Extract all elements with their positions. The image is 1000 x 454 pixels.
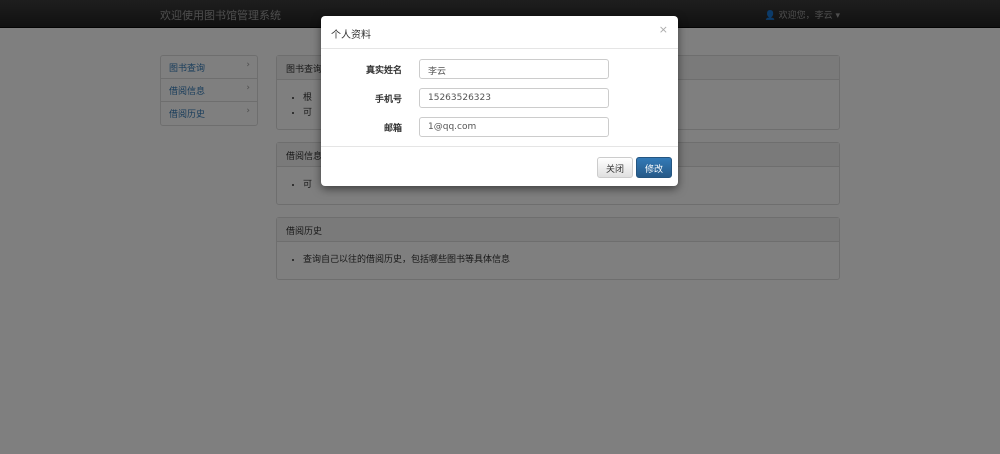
real-name-input[interactable]: 李云	[419, 59, 609, 79]
phone-label: 手机号	[374, 95, 402, 105]
phone-input[interactable]: 15263526323	[419, 88, 609, 108]
close-button[interactable]: 关闭	[597, 157, 634, 178]
save-button[interactable]: 修改	[636, 157, 673, 178]
email-row: 邮箱 1@qq.com	[321, 117, 678, 137]
phone-row: 手机号 15263526323	[321, 88, 678, 108]
real-name-row: 真实姓名 李云	[321, 59, 678, 79]
close-icon[interactable]: ×	[659, 23, 668, 36]
email-label: 邮箱	[383, 124, 402, 134]
email-input[interactable]: 1@qq.com	[419, 117, 609, 137]
modal-footer: 关闭 修改	[321, 146, 678, 186]
real-name-label: 真实姓名	[365, 66, 402, 76]
profile-modal: 个人资料 × 真实姓名 李云 手机号 15263526323 邮箱 1@qq.com 关…	[321, 16, 678, 186]
modal-title: 个人资料	[331, 30, 371, 41]
